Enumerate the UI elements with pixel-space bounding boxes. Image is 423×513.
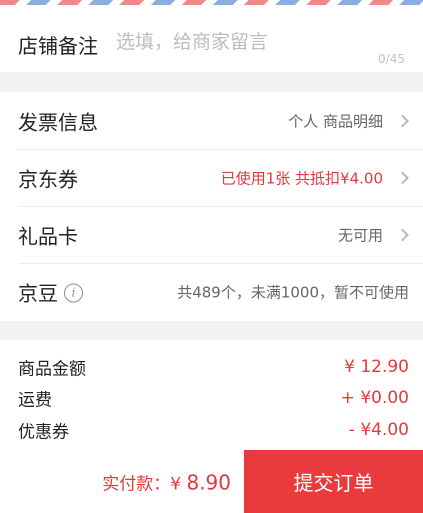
invoice-label: 发票信息 bbox=[18, 110, 98, 134]
goods-amount-label: 商品金额 bbox=[18, 359, 86, 379]
order-confirm-page: 店铺备注 0/45 发票信息 个人 商品明细 京东券 已使用1张 共抵扣¥4.0… bbox=[0, 0, 423, 513]
chevron-right-icon bbox=[396, 171, 409, 184]
coupon-value: 已使用1张 共抵扣¥4.00 bbox=[220, 169, 383, 187]
price-summary: 商品金额 ¥ 12.90 运费 + ¥0.00 优惠券 - ¥4.00 bbox=[0, 340, 423, 460]
remark-char-count: 0/45 bbox=[378, 52, 405, 66]
coupon-row[interactable]: 京东券 已使用1张 共抵扣¥4.00 bbox=[0, 149, 423, 206]
jingdou-row: 京豆 i 共489个，未满1000，暂不可使用 bbox=[0, 263, 423, 320]
shipping-label: 运费 bbox=[18, 390, 52, 410]
info-icon[interactable]: i bbox=[64, 283, 83, 302]
order-options-list: 发票信息 个人 商品明细 京东券 已使用1张 共抵扣¥4.00 礼品卡 无可用 … bbox=[0, 92, 423, 321]
summary-row-coupon: 优惠券 - ¥4.00 bbox=[0, 414, 423, 445]
discount-value: - ¥4.00 bbox=[348, 419, 409, 440]
gift-card-label: 礼品卡 bbox=[18, 224, 78, 248]
invoice-value: 个人 商品明细 bbox=[288, 112, 383, 130]
total-payable-label: 实付款： bbox=[102, 474, 171, 494]
shipping-value: + ¥0.00 bbox=[340, 387, 409, 408]
jingdou-label: 京豆 bbox=[18, 281, 58, 305]
goods-amount-value: ¥ 12.90 bbox=[344, 356, 409, 377]
checkout-bar: 实付款：¥ 8.90 提交订单 bbox=[0, 450, 423, 513]
gift-card-row[interactable]: 礼品卡 无可用 bbox=[0, 206, 423, 263]
total-payable-amount: 8.90 bbox=[186, 470, 231, 494]
coupon-label: 京东券 bbox=[18, 167, 78, 191]
remark-input[interactable] bbox=[116, 27, 396, 57]
discount-label: 优惠券 bbox=[18, 422, 69, 442]
gift-card-value: 无可用 bbox=[337, 226, 383, 244]
summary-row-goods: 商品金额 ¥ 12.90 bbox=[0, 351, 423, 382]
remark-label: 店铺备注 bbox=[18, 34, 98, 58]
jingdou-label-wrap: 京豆 i bbox=[18, 277, 83, 306]
shop-remark-section: 店铺备注 0/45 bbox=[0, 5, 423, 72]
summary-row-shipping: 运费 + ¥0.00 bbox=[0, 382, 423, 413]
chevron-right-icon bbox=[396, 114, 409, 127]
invoice-row[interactable]: 发票信息 个人 商品明细 bbox=[0, 92, 423, 149]
total-payable-currency: ¥ bbox=[170, 474, 187, 494]
submit-order-button[interactable]: 提交订单 bbox=[244, 450, 423, 513]
jingdou-value: 共489个，未满1000，暂不可使用 bbox=[177, 283, 409, 301]
chevron-right-icon bbox=[396, 228, 409, 241]
total-payable: 实付款：¥ 8.90 bbox=[102, 469, 231, 494]
